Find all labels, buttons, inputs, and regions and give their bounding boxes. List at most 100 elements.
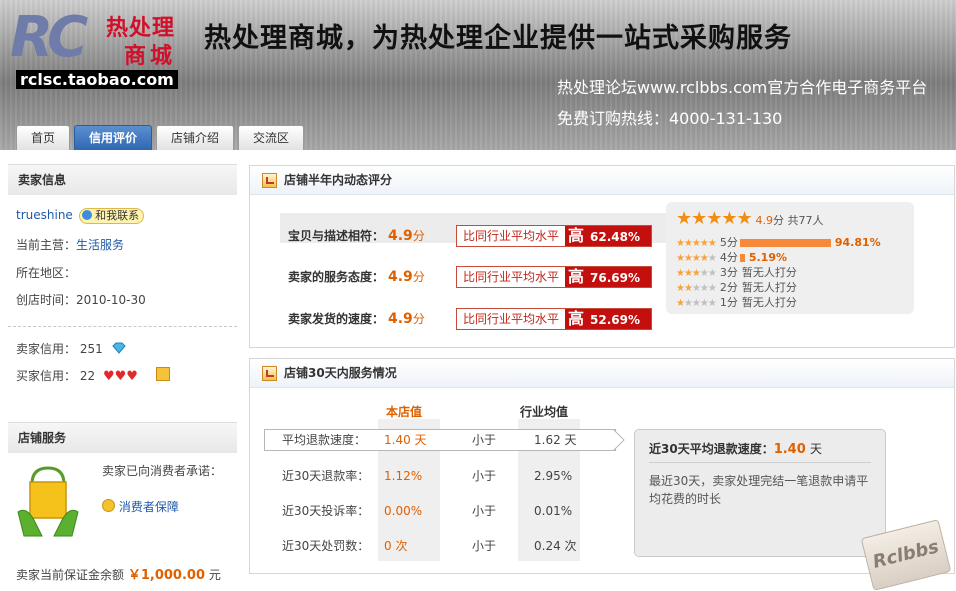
distribution-label: 5分 xyxy=(719,236,738,249)
distribution-bar xyxy=(739,239,831,247)
deposit-value: ￥1,000.00 xyxy=(127,568,205,583)
distribution-row: ★★★★★ 5分 94.81% xyxy=(676,236,881,250)
chat-bubble-icon xyxy=(81,210,92,220)
hotline-text: 免费订购热线：4000-131-130 xyxy=(557,109,783,128)
store-value: 1.40 天 xyxy=(384,433,427,447)
mini-star-icon: ★★★★★ xyxy=(676,283,717,294)
consumer-protection-link[interactable]: 消费者保障 xyxy=(119,500,179,514)
header-banner: RC 热处理 商城 rclsc.taobao.com 热处理商城，为热处理企业提… xyxy=(0,0,956,150)
seller-credit-label: 卖家信用： xyxy=(16,342,77,356)
shop-logo[interactable]: RC 热处理 商城 rclsc.taobao.com xyxy=(10,8,190,89)
compare-badge: 比同行业平均水平 高 62.48% xyxy=(456,225,652,247)
shop-nav-tabs: 首页 信用评价 店铺介绍 交流区 xyxy=(16,125,305,150)
service-panel-header: 店铺30天内服务情况 xyxy=(250,359,954,388)
distribution-value: 5.19% xyxy=(748,251,787,264)
distribution-bar xyxy=(739,254,745,262)
main-business-line: 当前主营：生活服务 xyxy=(16,236,124,253)
compare-text: 小于 xyxy=(472,539,497,553)
region-line: 所在地区： xyxy=(16,264,76,281)
rating-score: 4.9分 xyxy=(388,269,425,285)
seller-name-line: trueshine 和我联系 xyxy=(16,208,145,224)
distribution-label: 1分 xyxy=(719,296,738,309)
buyer-credit-value[interactable]: 22 xyxy=(80,369,95,383)
service-label: 近30天投诉率： xyxy=(282,504,370,518)
contact-label: 和我联系 xyxy=(95,209,140,222)
shop-service-title: 店铺服务 xyxy=(8,422,237,453)
rating-score: 4.9分 xyxy=(388,228,425,244)
distribution-row: ★★★★★ 4分 5.19% xyxy=(676,251,787,265)
diamond-icon xyxy=(111,342,126,354)
summary-score: 4.9 xyxy=(755,214,774,227)
buyer-credit-label: 买家信用： xyxy=(16,369,77,383)
rating-panel-header: 店铺半年内动态评分 xyxy=(250,166,954,195)
bulb-icon xyxy=(102,499,115,512)
mini-star-icon: ★★★★★ xyxy=(676,298,717,309)
compare-label: 比同行业平均水平 xyxy=(463,312,560,326)
distribution-value: 94.81% xyxy=(834,236,881,249)
store-value: 1.12% xyxy=(384,469,423,483)
promise-text: 卖家已向消费者承诺： xyxy=(102,464,223,478)
industry-value: 0.01% xyxy=(534,504,573,518)
service-label: 平均退款速度： xyxy=(282,433,367,447)
region-label: 所在地区： xyxy=(16,266,77,280)
distribution-row: ★★★★★ 3分 暂无人打分 xyxy=(676,266,797,280)
high-badge: 高 76.69% xyxy=(565,267,651,287)
rating-score: 4.9分 xyxy=(388,311,425,327)
main-business-link[interactable]: 生活服务 xyxy=(76,238,124,252)
star-rating-icon: ★★★★★ xyxy=(676,208,753,229)
compare-text: 小于 xyxy=(472,504,497,518)
compare-text: 小于 xyxy=(472,469,497,483)
protection-line: 消费者保障 xyxy=(102,498,179,515)
seller-credit-line: 卖家信用： 251 xyxy=(16,340,127,357)
opened-label: 创店时间： xyxy=(16,293,77,307)
service-label: 近30天处罚数： xyxy=(282,539,370,553)
distribution-label: 4分 xyxy=(719,251,738,264)
seller-credit-value[interactable]: 251 xyxy=(80,342,103,356)
rating-row: 卖家的服务态度： 4.9分 比同行业平均水平 高 76.69% xyxy=(280,264,660,290)
buyer-credit-line: 买家信用： 22 ♥♥♥ xyxy=(16,367,170,384)
distribution-row: ★★★★★ 2分 暂无人打分 xyxy=(676,281,797,295)
tab-credit-rating[interactable]: 信用评价 xyxy=(74,125,153,150)
contact-button[interactable]: 和我联系 xyxy=(78,208,145,224)
sidebar-divider xyxy=(8,326,237,327)
industry-value: 0.24 次 xyxy=(534,539,577,553)
service-panel-title: 店铺30天内服务情况 xyxy=(284,366,397,380)
distribution-value: 暂无人打分 xyxy=(741,281,797,294)
tooltip-value: 1.40 xyxy=(773,442,806,457)
seller-name-link[interactable]: trueshine xyxy=(16,208,73,222)
compare-label: 比同行业平均水平 xyxy=(463,270,560,284)
store-value: 0.00% xyxy=(384,504,423,518)
heart-icon: ♥ xyxy=(114,369,127,384)
deposit-line: 卖家当前保证金余额 ￥1,000.00 元 xyxy=(16,564,221,583)
main-business-label: 当前主营： xyxy=(16,238,77,252)
rating-edit-icon[interactable] xyxy=(155,367,170,381)
distribution-label: 3分 xyxy=(719,266,738,279)
store-value: 0 次 xyxy=(384,539,408,553)
tooltip-divider xyxy=(649,462,871,463)
industry-value: 1.62 天 xyxy=(534,433,577,447)
tooltip-title-line: 近30天平均退款速度：1.40 天 xyxy=(649,440,822,457)
summary-text: 分 共77人 xyxy=(773,214,824,227)
chart-icon xyxy=(262,366,277,381)
tab-home[interactable]: 首页 xyxy=(16,125,71,150)
tab-forum[interactable]: 交流区 xyxy=(238,125,305,150)
rating-label: 卖家的服务态度： xyxy=(288,270,385,284)
tooltip-title: 近30天平均退款速度： xyxy=(649,442,774,456)
compare-badge: 比同行业平均水平 高 76.69% xyxy=(456,266,652,288)
high-badge: 高 62.48% xyxy=(565,226,651,246)
shopping-bag-icon xyxy=(17,466,79,537)
compare-label: 比同行业平均水平 xyxy=(463,229,560,243)
rating-row: 宝贝与描述相符： 4.9分 比同行业平均水平 高 62.48% xyxy=(280,223,660,249)
service-panel: 店铺30天内服务情况 本店值 行业均值 平均退款速度： 1.40 天 小于 1.… xyxy=(249,358,955,574)
chart-icon xyxy=(262,173,277,188)
industry-value: 2.95% xyxy=(534,469,573,483)
rating-panel: 店铺半年内动态评分 宝贝与描述相符： 4.9分 比同行业平均水平 高 62.48%… xyxy=(249,165,955,348)
opened-line: 创店时间：2010-10-30 xyxy=(16,291,146,308)
opened-value: 2010-10-30 xyxy=(76,293,146,307)
distribution-label: 2分 xyxy=(719,281,738,294)
deposit-unit: 元 xyxy=(208,568,221,582)
rating-label: 卖家发货的速度： xyxy=(288,312,385,326)
logo-cn-line2: 商城 xyxy=(124,43,177,69)
tab-shop-intro[interactable]: 店铺介绍 xyxy=(156,125,235,150)
forum-text: 热处理论坛www.rclbbs.com官方合作电子商务平台 xyxy=(557,78,928,97)
